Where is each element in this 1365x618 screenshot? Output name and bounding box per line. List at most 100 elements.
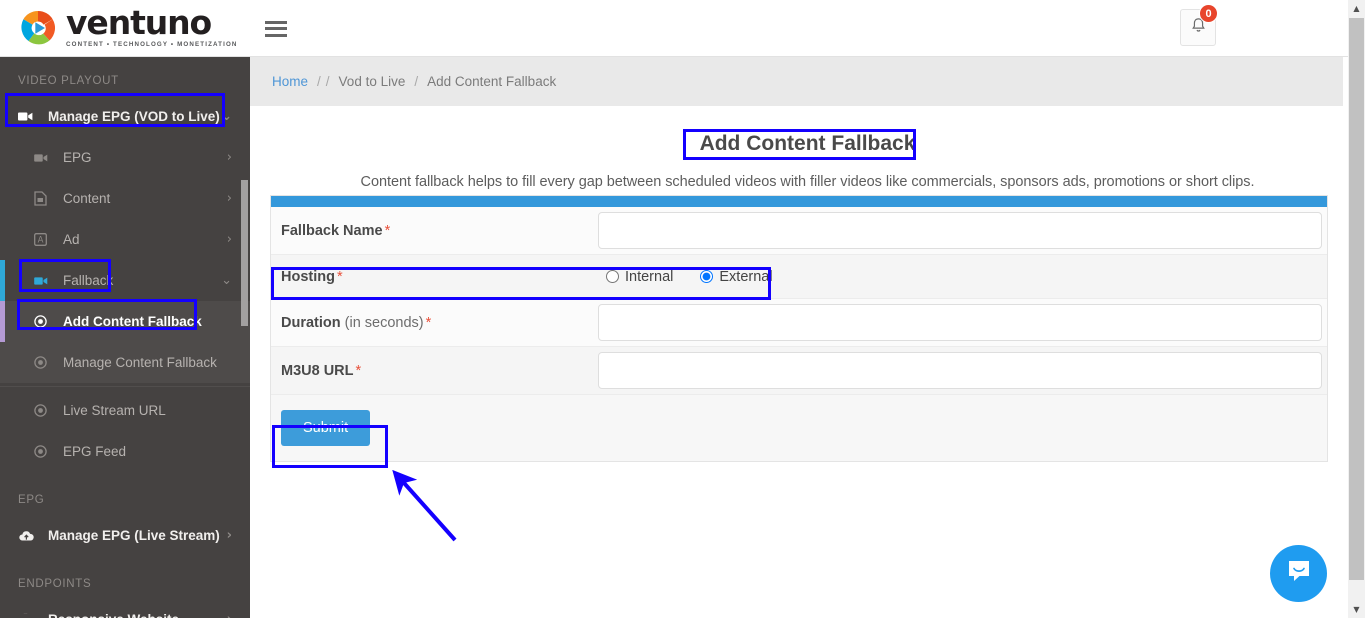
label-text: Fallback Name: [281, 222, 383, 239]
page-scrollbar-thumb[interactable]: [1349, 18, 1364, 580]
brand-tagline: CONTENT • TECHNOLOGY • MONETIZATION: [66, 40, 238, 48]
sidebar-item-label: EPG Feed: [63, 444, 127, 459]
chevron-right-icon: ›: [226, 232, 232, 247]
radio-target-icon: [34, 356, 54, 369]
radio-target-icon: [34, 315, 54, 328]
main-content: Home / / Vod to Live / Add Content Fallb…: [250, 57, 1365, 618]
chat-launcher-button[interactable]: [1270, 545, 1327, 602]
sidebar-section-title-endpoints: ENDPOINTS: [18, 578, 92, 590]
hamburger-icon[interactable]: [264, 20, 287, 37]
sidebar-item-label: Manage EPG (VOD to Live): [48, 109, 220, 124]
sidebar-item-epg-feed[interactable]: EPG Feed: [0, 431, 250, 472]
required-marker: *: [425, 314, 432, 331]
video-camera-icon: [34, 153, 54, 163]
sidebar-accent-bar: [0, 301, 5, 342]
duration-sublabel: (in seconds): [340, 314, 424, 331]
chevron-right-icon: ›: [226, 528, 232, 543]
chevron-down-icon: ⌄: [221, 273, 232, 288]
fallback-name-label: Fallback Name *: [281, 223, 598, 239]
form-row-fallback-name: Fallback Name *: [271, 207, 1327, 255]
hosting-radio-external[interactable]: [700, 270, 714, 283]
duration-label: Duration (in seconds) *: [281, 315, 598, 331]
label-text: Duration: [281, 314, 341, 331]
m3u8-url-input[interactable]: [598, 352, 1322, 389]
hosting-option-external[interactable]: External: [700, 268, 773, 285]
sidebar-item-manage-epg-vod-to-live[interactable]: Manage EPG (VOD to Live) ⌄: [0, 96, 250, 137]
sidebar-item-live-stream-url[interactable]: Live Stream URL: [0, 390, 250, 431]
breadcrumb-home-link[interactable]: Home: [272, 74, 308, 89]
sidebar-item-epg[interactable]: EPG ›: [0, 137, 250, 178]
breadcrumb: Home / / Vod to Live / Add Content Fallb…: [250, 57, 1343, 106]
required-marker: *: [355, 362, 362, 379]
sidebar-item-label: Add Content Fallback: [63, 314, 202, 329]
sidebar-item-label: Fallback: [63, 273, 114, 288]
sidebar-item-label: Responsive Website: [48, 612, 179, 618]
hosting-option-internal[interactable]: Internal: [606, 269, 673, 285]
chevron-right-icon: ›: [227, 612, 232, 618]
sidebar-section-title-video-playout: VIDEO PLAYOUT: [18, 75, 119, 87]
sidebar-scrollbar-thumb[interactable]: [241, 180, 248, 326]
notification-count-badge: 0: [1199, 4, 1218, 23]
scroll-up-arrow-icon[interactable]: ▲: [1348, 0, 1365, 17]
brand-logo[interactable]: ventuno CONTENT • TECHNOLOGY • MONETIZAT…: [19, 2, 238, 49]
sidebar-item-label: Ad: [63, 232, 80, 247]
globe-icon: [18, 612, 38, 618]
sidebar-item-add-content-fallback[interactable]: Add Content Fallback: [0, 301, 250, 342]
top-header-bar: ventuno CONTENT • TECHNOLOGY • MONETIZAT…: [0, 0, 1365, 57]
sidebar-item-responsive-website[interactable]: Responsive Website ›: [0, 599, 250, 618]
video-camera-icon: [34, 276, 54, 286]
required-marker: *: [336, 268, 343, 285]
breadcrumb-section[interactable]: Vod to Live: [339, 74, 406, 89]
ad-box-icon: A: [34, 233, 54, 246]
hosting-radio-group: Internal External: [606, 269, 773, 285]
sidebar-item-content[interactable]: Content ›: [0, 178, 250, 219]
fallback-name-input[interactable]: [598, 212, 1322, 249]
video-camera-icon: [18, 111, 38, 122]
document-icon: [34, 191, 54, 206]
sidebar-item-label: Manage EPG (Live Stream): [48, 528, 220, 543]
page-description: Content fallback helps to fill every gap…: [360, 174, 1255, 190]
sidebar-item-label: Manage Content Fallback: [63, 355, 217, 370]
hosting-option-label: External: [719, 268, 773, 285]
sidebar-section-title-epg: EPG: [18, 494, 45, 506]
sidebar-accent-bar: [0, 260, 5, 301]
form-submit-row: Submit: [271, 395, 1327, 461]
breadcrumb-separator: /: [414, 74, 419, 89]
sidebar-item-manage-content-fallback[interactable]: Manage Content Fallback: [0, 342, 250, 383]
submit-button[interactable]: Submit: [281, 410, 371, 446]
breadcrumb-current: Add Content Fallback: [427, 74, 557, 89]
form-row-m3u8-url: M3U8 URL *: [271, 347, 1327, 395]
page-title-container: Add Content Fallback: [250, 128, 1365, 161]
chevron-right-icon: ›: [226, 191, 232, 206]
sidebar-item-manage-epg-live-stream[interactable]: Manage EPG (Live Stream) ›: [0, 515, 250, 556]
required-marker: *: [384, 222, 391, 239]
chevron-down-icon: ⌄: [221, 109, 232, 124]
form-row-hosting: Hosting * Internal External: [271, 255, 1327, 299]
radio-target-icon: [34, 404, 54, 417]
sidebar-item-label: Content: [63, 191, 111, 206]
sidebar-item-label: EPG: [63, 150, 92, 165]
hosting-radio-internal[interactable]: [606, 270, 619, 283]
chat-bubble-smile-icon: [1285, 557, 1313, 590]
ventuno-logo-icon: [19, 9, 57, 47]
cloud-upload-icon: [18, 529, 38, 542]
breadcrumb-separator: /: [325, 74, 330, 89]
app-root: ventuno CONTENT • TECHNOLOGY • MONETIZAT…: [0, 0, 1365, 618]
scroll-down-arrow-icon[interactable]: ▼: [1348, 601, 1365, 618]
svg-text:A: A: [38, 236, 44, 246]
chevron-right-icon: ›: [226, 150, 232, 165]
hosting-label: Hosting *: [281, 269, 598, 285]
sidebar-nav: VIDEO PLAYOUT Manage EPG (VOD to Live) ⌄…: [0, 57, 250, 618]
page-scrollbar[interactable]: ▲ ▼: [1348, 0, 1365, 618]
form-row-duration: Duration (in seconds) *: [271, 299, 1327, 347]
fallback-form-card: Fallback Name * Hosting * Internal Externa…: [270, 195, 1328, 462]
brand-name: ventuno: [66, 2, 212, 42]
label-text: Hosting: [281, 268, 335, 285]
card-accent-bar: [271, 196, 1327, 207]
page-title: Add Content Fallback: [699, 132, 916, 155]
sidebar-item-ad[interactable]: A Ad ›: [0, 219, 250, 260]
duration-input[interactable]: [598, 304, 1322, 341]
brand-text: ventuno CONTENT • TECHNOLOGY • MONETIZAT…: [66, 2, 238, 48]
sidebar-item-fallback[interactable]: Fallback ⌄: [0, 260, 250, 301]
breadcrumb-separator: /: [317, 74, 321, 89]
